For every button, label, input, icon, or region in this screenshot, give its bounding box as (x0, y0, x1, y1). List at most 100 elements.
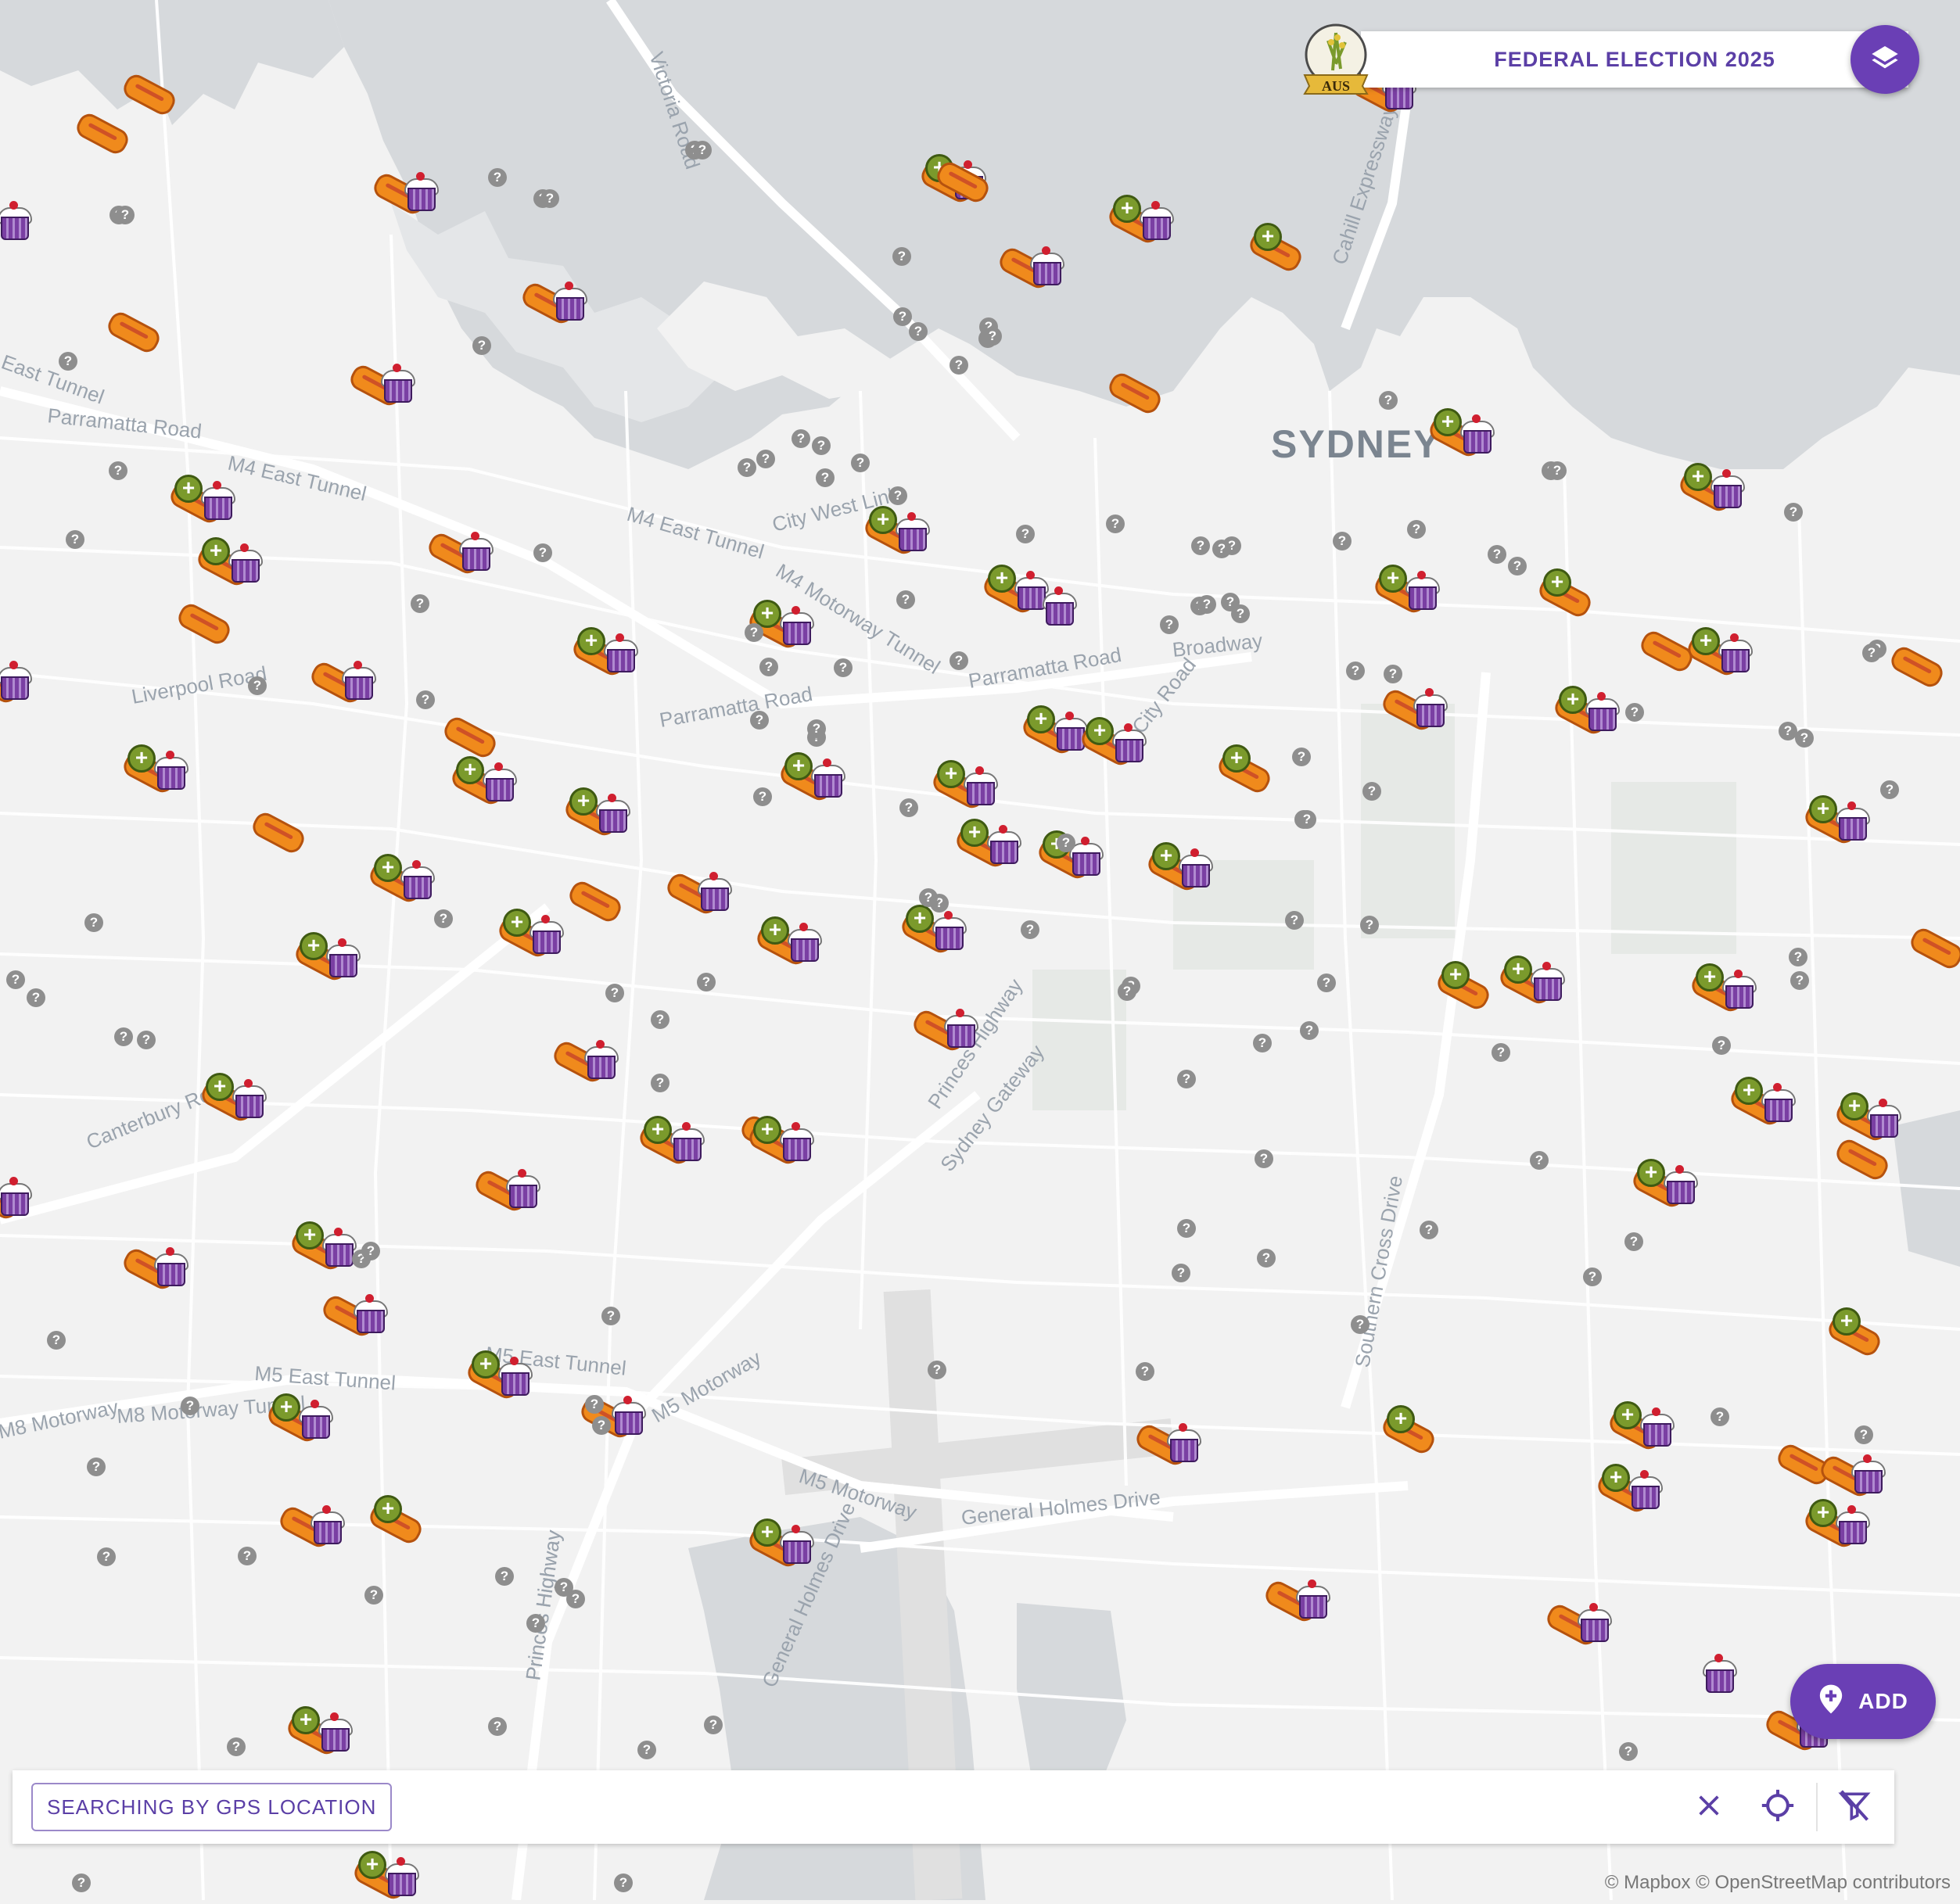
map-marker[interactable] (910, 1001, 982, 1056)
unknown-location-icon[interactable]: ? (1360, 916, 1379, 934)
unknown-location-icon[interactable]: ? (1136, 1362, 1154, 1381)
map-marker[interactable] (565, 872, 637, 927)
unknown-location-icon[interactable]: ? (585, 1395, 604, 1414)
unknown-location-icon[interactable]: ? (181, 1397, 199, 1415)
unknown-location-icon[interactable]: ? (753, 787, 772, 806)
unknown-location-icon[interactable]: ? (1407, 520, 1426, 539)
unknown-location-icon[interactable]: ? (1172, 1264, 1190, 1282)
unknown-location-icon[interactable]: ? (488, 168, 507, 187)
map-marker[interactable]: + (1551, 684, 1623, 739)
map-marker[interactable] (0, 193, 35, 248)
unknown-location-icon[interactable]: ? (750, 711, 769, 730)
unknown-location-icon[interactable]: ? (1106, 515, 1125, 533)
unknown-location-icon[interactable]: ? (1191, 536, 1210, 555)
unknown-location-icon[interactable]: ? (745, 623, 763, 642)
locate-button[interactable] (1755, 1784, 1800, 1830)
map-marker[interactable]: + (636, 1114, 708, 1169)
unknown-location-icon[interactable]: ? (533, 543, 552, 562)
unknown-location-icon[interactable]: ? (605, 984, 624, 1002)
map-marker[interactable] (73, 104, 145, 159)
unknown-location-icon[interactable]: ? (66, 530, 84, 549)
map-marker[interactable] (120, 1239, 192, 1294)
map-marker[interactable] (307, 653, 379, 708)
unknown-location-icon[interactable]: ? (1300, 1021, 1319, 1040)
unknown-location-icon[interactable]: ? (909, 322, 928, 341)
map-marker[interactable]: + (745, 1114, 817, 1169)
unknown-location-icon[interactable]: ? (416, 690, 435, 709)
map-marker[interactable]: + (753, 915, 825, 970)
unknown-location-icon[interactable]: ? (1880, 780, 1899, 799)
unknown-location-icon[interactable]: ? (566, 1590, 585, 1608)
unknown-location-icon[interactable]: ? (949, 356, 968, 375)
unknown-location-icon[interactable]: ? (227, 1737, 246, 1756)
map-marker[interactable]: + (1379, 1404, 1451, 1458)
map-marker[interactable] (174, 594, 246, 649)
unknown-location-icon[interactable]: ? (697, 973, 716, 991)
unknown-location-icon[interactable]: ? (526, 1614, 545, 1633)
unknown-location-icon[interactable]: ? (637, 1741, 656, 1759)
unknown-location-icon[interactable]: ? (59, 352, 77, 371)
unknown-location-icon[interactable]: ? (928, 1361, 946, 1379)
unknown-location-icon[interactable]: ? (495, 1567, 514, 1586)
unknown-location-icon[interactable]: ? (888, 486, 907, 505)
unknown-location-icon[interactable]: ? (84, 913, 103, 932)
unknown-location-icon[interactable]: ? (248, 676, 267, 695)
unknown-location-icon[interactable]: ? (1508, 557, 1527, 576)
unknown-location-icon[interactable]: ? (1257, 1249, 1276, 1268)
map-marker[interactable]: + (366, 1493, 438, 1548)
unknown-location-icon[interactable]: ? (488, 1717, 507, 1736)
map-marker[interactable]: + (448, 755, 520, 809)
unknown-location-icon[interactable]: ? (983, 327, 1002, 346)
unknown-location-icon[interactable]: ? (361, 1242, 380, 1260)
map-marker[interactable]: + (1629, 1157, 1701, 1212)
map-marker[interactable]: + (929, 758, 1001, 813)
map-marker[interactable] (1907, 919, 1960, 974)
map-marker[interactable]: + (745, 1517, 817, 1572)
map-marker[interactable]: + (198, 1071, 270, 1126)
map-marker[interactable] (1817, 1447, 1889, 1501)
election-banner[interactable]: FEDERAL ELECTION 2025 (1361, 31, 1908, 88)
map-marker[interactable] (1379, 680, 1451, 735)
map-marker[interactable]: + (120, 743, 192, 798)
unknown-location-icon[interactable]: ? (47, 1331, 66, 1350)
map-marker[interactable]: + (1246, 221, 1318, 276)
unknown-location-icon[interactable]: ? (1583, 1268, 1602, 1286)
map-marker[interactable] (519, 274, 591, 328)
unknown-location-icon[interactable]: ? (1488, 545, 1506, 564)
map-marker[interactable]: + (1496, 954, 1568, 1009)
unknown-location-icon[interactable]: ? (651, 1074, 669, 1092)
unknown-location-icon[interactable]: ? (1298, 810, 1316, 829)
unknown-location-icon[interactable]: ? (1384, 665, 1402, 683)
map-marker[interactable]: + (1434, 959, 1506, 1014)
unknown-location-icon[interactable]: ? (116, 206, 135, 224)
map-marker[interactable]: + (1535, 567, 1607, 622)
map-marker[interactable] (1010, 579, 1080, 633)
unknown-location-icon[interactable]: ? (1177, 1070, 1196, 1088)
map-marker[interactable]: + (861, 504, 933, 559)
map-marker[interactable] (276, 1497, 348, 1552)
unknown-location-icon[interactable]: ? (411, 594, 429, 613)
unknown-location-icon[interactable]: ? (792, 429, 810, 448)
unknown-location-icon[interactable]: ? (1712, 1036, 1731, 1055)
layers-button[interactable] (1851, 25, 1919, 94)
unknown-location-icon[interactable]: ? (1333, 532, 1352, 550)
map-marker[interactable] (249, 803, 321, 858)
gps-location-chip[interactable]: SEARCHING BY GPS LOCATION (31, 1783, 393, 1831)
add-button[interactable]: ADD (1790, 1664, 1936, 1739)
map-marker[interactable]: + (194, 536, 266, 590)
map-marker[interactable]: + (1676, 461, 1748, 516)
unknown-location-icon[interactable]: ? (1795, 729, 1814, 748)
unknown-location-icon[interactable]: ? (893, 307, 912, 326)
clear-button[interactable] (1686, 1784, 1732, 1830)
unknown-location-icon[interactable]: ? (851, 454, 870, 472)
unknown-location-icon[interactable]: ? (738, 458, 756, 477)
unknown-location-icon[interactable]: ? (896, 590, 915, 609)
map-marker[interactable]: + (1105, 193, 1177, 248)
map-marker[interactable] (1833, 1130, 1904, 1185)
unknown-location-icon[interactable]: ? (704, 1716, 723, 1734)
unknown-location-icon[interactable]: ? (72, 1874, 91, 1892)
unknown-location-icon[interactable]: ? (6, 970, 25, 989)
unknown-location-icon[interactable]: ? (1530, 1151, 1549, 1170)
unknown-location-icon[interactable]: ? (834, 658, 853, 677)
unknown-location-icon[interactable]: ? (816, 468, 835, 487)
